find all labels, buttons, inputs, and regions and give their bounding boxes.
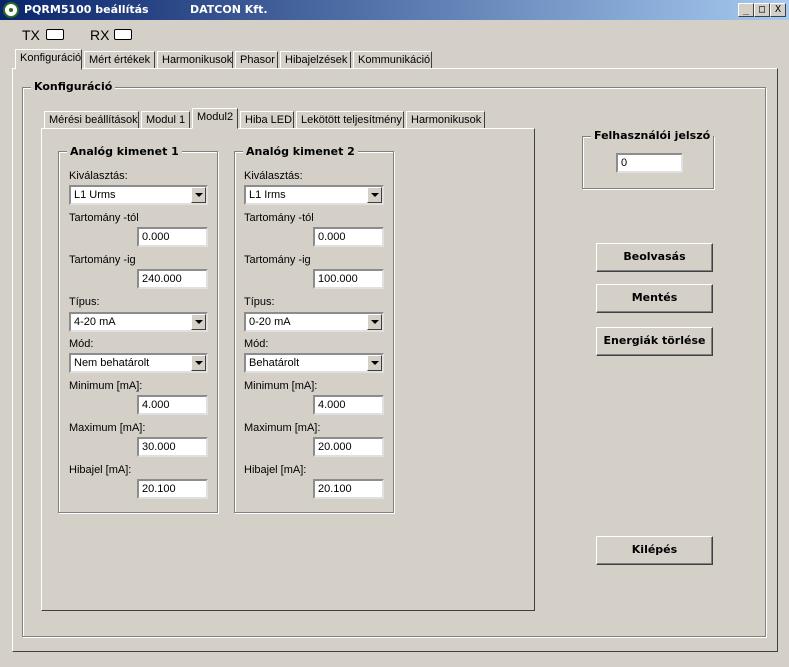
- password-label: Felhasználói jelszó: [591, 129, 714, 142]
- subtab-modul-1[interactable]: Modul 1: [141, 111, 190, 129]
- ao1-select-dropdown[interactable]: L1 Urms: [69, 185, 208, 205]
- chevron-down-icon[interactable]: [367, 355, 382, 371]
- ao2-mode-dropdown[interactable]: Behatárolt: [244, 353, 384, 373]
- subtab-lekotott-teljesitmeny[interactable]: Lekötött teljesítmény: [296, 111, 404, 129]
- subtab-hiba-led[interactable]: Hiba LED: [240, 111, 294, 129]
- ao2-minimum-label: Minimum [mA]:: [244, 380, 318, 392]
- analog-output-1-group: [58, 151, 218, 513]
- ao2-type-value: 0-20 mA: [249, 316, 291, 328]
- ao2-maximum-label: Maximum [mA]:: [244, 422, 321, 434]
- chevron-down-icon[interactable]: [191, 187, 206, 203]
- tab-mert-ertekek[interactable]: Mért értékek: [84, 51, 155, 69]
- ao1-mode-dropdown[interactable]: Nem behatárolt: [69, 353, 208, 373]
- maximize-button[interactable]: □: [754, 3, 770, 17]
- subtab-harmonikusok[interactable]: Harmonikusok: [406, 111, 485, 129]
- ao1-select-value: L1 Urms: [74, 189, 116, 201]
- tab-harmonikusok[interactable]: Harmonikusok: [157, 51, 233, 69]
- ao2-type-dropdown[interactable]: 0-20 mA: [244, 312, 384, 332]
- chevron-down-icon[interactable]: [367, 314, 382, 330]
- ao1-mode-label: Mód:: [69, 338, 94, 350]
- ao1-type-value: 4-20 mA: [74, 316, 116, 328]
- tab-konfiguracio[interactable]: Konfiguráció: [15, 49, 82, 70]
- tab-kommunikacio[interactable]: Kommunikáció: [353, 51, 432, 69]
- ao2-range-to-label: Tartomány -ig: [244, 254, 311, 266]
- ao1-select-label: Kiválasztás:: [69, 170, 128, 182]
- ao2-range-from-label: Tartomány -tól: [244, 212, 314, 224]
- ao1-mode-value: Nem behatárolt: [74, 357, 150, 369]
- ao2-select-label: Kiválasztás:: [244, 170, 303, 182]
- password-input[interactable]: 0: [616, 153, 683, 173]
- tab-phasor[interactable]: Phasor: [235, 51, 278, 69]
- ao1-range-from-label: Tartomány -tól: [69, 212, 139, 224]
- read-button[interactable]: Beolvasás: [596, 243, 713, 272]
- rx-label: RX: [90, 27, 110, 43]
- subtab-meresi-beallitasok[interactable]: Mérési beállítások: [44, 111, 139, 129]
- close-button[interactable]: X: [770, 3, 786, 17]
- ao1-error-label: Hibajel [mA]:: [69, 464, 132, 476]
- subtab-modul2[interactable]: Modul2: [192, 108, 238, 129]
- ao1-range-to-label: Tartomány -ig: [69, 254, 136, 266]
- ao1-range-from-input[interactable]: 0.000: [137, 227, 208, 247]
- ao2-select-value: L1 Irms: [249, 189, 286, 201]
- app-icon: [3, 2, 19, 18]
- ao2-range-to-input[interactable]: 100.000: [313, 269, 384, 289]
- konfiguracio-group-label: Konfiguráció: [31, 80, 116, 93]
- chevron-down-icon[interactable]: [191, 314, 206, 330]
- chevron-down-icon[interactable]: [367, 187, 382, 203]
- analog-output-1-title: Analóg kimenet 1: [67, 145, 182, 158]
- analog-output-2-group: [234, 151, 394, 513]
- clear-energy-button[interactable]: Energiák törlése: [596, 327, 713, 356]
- ao1-minimum-input[interactable]: 4.000: [137, 395, 208, 415]
- ao1-maximum-input[interactable]: 30.000: [137, 437, 208, 457]
- ao1-type-dropdown[interactable]: 4-20 mA: [69, 312, 208, 332]
- ao2-mode-label: Mód:: [244, 338, 269, 350]
- ao1-error-input[interactable]: 20.100: [137, 479, 208, 499]
- ao1-maximum-label: Maximum [mA]:: [69, 422, 146, 434]
- ao2-error-input[interactable]: 20.100: [313, 479, 384, 499]
- rx-led: [114, 29, 132, 40]
- ao2-error-label: Hibajel [mA]:: [244, 464, 307, 476]
- window-title: PQRM5100 beállítás: [24, 3, 149, 16]
- ao2-mode-value: Behatárolt: [249, 357, 300, 369]
- analog-output-2-title: Analóg kimenet 2: [243, 145, 358, 158]
- ao2-select-dropdown[interactable]: L1 Irms: [244, 185, 384, 205]
- company-name: DATCON Kft.: [190, 3, 268, 16]
- ao1-range-to-input[interactable]: 240.000: [137, 269, 208, 289]
- exit-button[interactable]: Kilépés: [596, 536, 713, 565]
- tab-hibajelzesek[interactable]: Hibajelzések: [280, 51, 351, 69]
- tx-label: TX: [22, 27, 40, 43]
- ao1-minimum-label: Minimum [mA]:: [69, 380, 143, 392]
- chevron-down-icon[interactable]: [191, 355, 206, 371]
- tx-led: [46, 29, 64, 40]
- save-button[interactable]: Mentés: [596, 284, 713, 313]
- minimize-button[interactable]: _: [738, 3, 754, 17]
- ao2-range-from-input[interactable]: 0.000: [313, 227, 384, 247]
- ao2-maximum-input[interactable]: 20.000: [313, 437, 384, 457]
- ao2-type-label: Típus:: [244, 296, 275, 308]
- ao1-type-label: Típus:: [69, 296, 100, 308]
- ao2-minimum-input[interactable]: 4.000: [313, 395, 384, 415]
